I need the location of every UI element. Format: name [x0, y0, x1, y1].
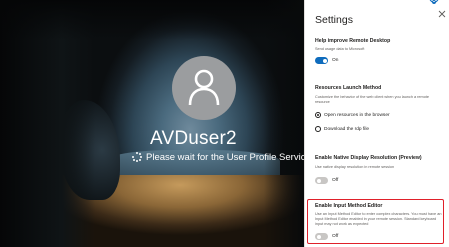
radio-label-open-in-browser: Open resources in the browser — [324, 113, 390, 118]
display-toggle-label: Off — [332, 178, 339, 183]
radio-label-download-rdp: Download the rdp file — [324, 127, 370, 132]
settings-title: Settings — [315, 14, 353, 26]
background-cave-top — [0, 0, 304, 40]
improve-title: Help improve Remote Desktop — [315, 38, 391, 44]
radio-download-rdp[interactable] — [315, 126, 321, 132]
ime-description: Use an Input Method Editor to enter comp… — [315, 212, 442, 226]
radio-open-in-browser[interactable] — [315, 112, 321, 118]
ime-toggle-label: Off — [332, 234, 339, 239]
user-avatar — [172, 56, 236, 120]
display-title: Enable Native Display Resolution (Previe… — [315, 155, 422, 161]
spinner-icon — [132, 152, 142, 162]
ime-toggle[interactable] — [315, 233, 328, 240]
display-toggle[interactable] — [315, 177, 328, 184]
improve-toggle-label: On — [332, 58, 339, 63]
improve-description: Send usage data to Microsoft — [315, 47, 365, 51]
settings-panel: Settings Help improve Remote Desktop Sen… — [304, 0, 449, 247]
resources-description: Customize the behavior of the web client… — [315, 95, 429, 104]
close-icon[interactable] — [437, 9, 447, 19]
settings-corner-icon[interactable] — [428, 0, 440, 8]
ime-title: Enable Input Method Editor — [315, 203, 383, 209]
resources-title: Resources Launch Method — [315, 85, 382, 91]
display-description: Use native display resolution in remote … — [315, 165, 395, 169]
improve-toggle[interactable] — [315, 57, 328, 64]
background-cave-right — [264, 0, 304, 247]
username: AVDuser2 — [150, 128, 237, 149]
status-message: Please wait for the User Profile Service — [146, 151, 304, 163]
remote-session-view[interactable]: AVDuser2 Please wait for the User Profil… — [0, 0, 304, 247]
status-row: Please wait for the User Profile Service — [132, 150, 304, 164]
person-icon — [188, 69, 220, 106]
